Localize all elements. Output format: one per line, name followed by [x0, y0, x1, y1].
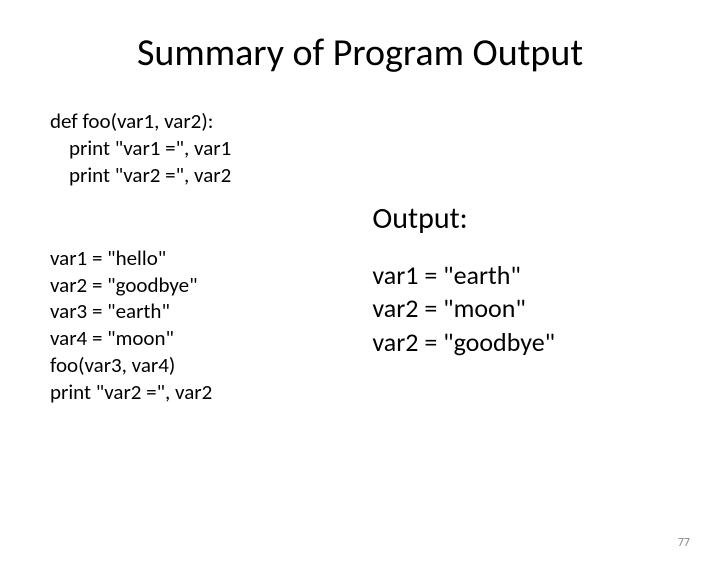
page-title: Summary of Program Output: [0, 30, 720, 76]
output-column: Output: var1 = "earth" var2 = "moon" var…: [372, 108, 670, 406]
code-line: foo(var3, var4): [50, 352, 372, 379]
code-line: def foo(var1, var2):: [50, 108, 372, 135]
code-line: var1 = "hello": [50, 245, 372, 272]
code-column: def foo(var1, var2): print "var1 =", var…: [50, 108, 372, 406]
code-line: var3 = "earth": [50, 298, 372, 325]
code-line: print "var1 =", var1: [50, 135, 372, 162]
output-line: var1 = "earth": [372, 259, 670, 292]
function-def-block: def foo(var1, var2): print "var1 =", var…: [50, 108, 372, 189]
main-code-block: var1 = "hello" var2 = "goodbye" var3 = "…: [50, 245, 372, 406]
output-line: var2 = "moon": [372, 292, 670, 325]
code-line: print "var2 =", var2: [50, 379, 372, 406]
code-line: var4 = "moon": [50, 325, 372, 352]
content-columns: def foo(var1, var2): print "var1 =", var…: [0, 108, 720, 406]
page-number: 77: [678, 536, 690, 550]
code-line: print "var2 =", var2: [50, 162, 372, 189]
code-line: var2 = "goodbye": [50, 272, 372, 299]
output-block: var1 = "earth" var2 = "moon" var2 = "goo…: [372, 259, 670, 359]
output-line: var2 = "goodbye": [372, 326, 670, 359]
output-heading: Output:: [372, 200, 670, 237]
